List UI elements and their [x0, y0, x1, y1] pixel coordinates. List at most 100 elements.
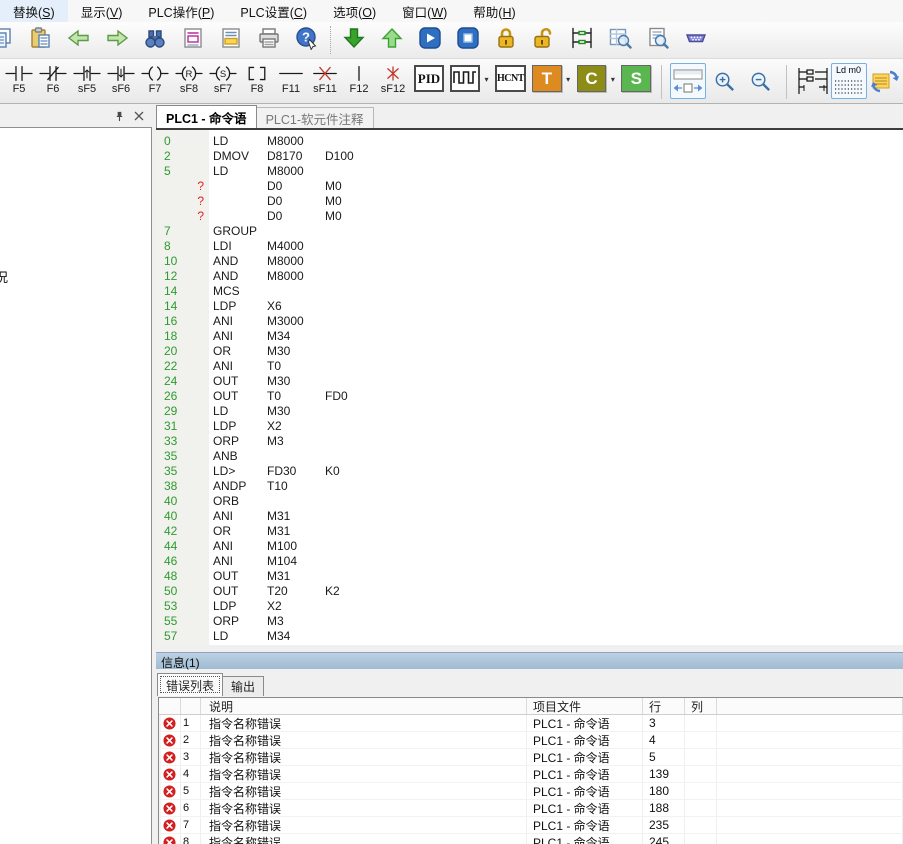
il-line[interactable]: 24OUTM30 [156, 374, 903, 389]
il-line[interactable]: 14LDPX6 [156, 299, 903, 314]
error-row[interactable]: 2指令名称错误PLC1 - 命令语4 [159, 732, 903, 749]
instruction-list-editor[interactable]: 0LDM80002DMOVD8170D1005LDM8000?D0M0?D0M0… [156, 130, 903, 645]
menu-item-plc-settings[interactable]: PLC设置(C) [227, 0, 320, 24]
convert-button[interactable] [867, 63, 903, 99]
menu-item-view[interactable]: 显示(V) [68, 0, 136, 24]
il-line[interactable]: 22ANIT0 [156, 359, 903, 374]
button-timer[interactable]: T [532, 65, 562, 92]
il-line[interactable]: 5LDM8000 [156, 164, 903, 179]
pulse-button[interactable] [450, 65, 480, 92]
program-monitor-button[interactable] [645, 27, 671, 53]
button-counter[interactable]: C [577, 65, 607, 92]
il-line[interactable]: 18ANIM34 [156, 329, 903, 344]
il-view-button[interactable]: Ld m0 [831, 63, 867, 99]
il-line[interactable]: 46ANIM104 [156, 554, 903, 569]
zoom-out-button[interactable] [742, 63, 778, 99]
tool-contact-falling[interactable]: sF6 [104, 62, 138, 95]
lock-button[interactable] [493, 27, 519, 53]
il-line[interactable]: ?D0M0 [156, 194, 903, 209]
il-line[interactable]: 12ANDM8000 [156, 269, 903, 284]
menu-item-plc-operation[interactable]: PLC操作(P) [135, 0, 227, 24]
il-line[interactable]: 40ANIM31 [156, 509, 903, 524]
comm-port-button[interactable] [683, 27, 709, 53]
editor-tab-2[interactable]: PLC1-软元件注释 [257, 107, 374, 128]
button-hcnt[interactable]: HCNT [495, 65, 526, 92]
error-row[interactable]: 5指令名称错误PLC1 - 命令语180 [159, 783, 903, 800]
pulse-dropdown-arrow[interactable]: ▾ [482, 75, 491, 84]
il-line[interactable]: 7GROUP [156, 224, 903, 239]
button-state[interactable]: S [621, 65, 651, 92]
menu-item-replace[interactable]: 替换(S) [0, 0, 68, 24]
editor-tab-1[interactable]: PLC1 - 命令语 [156, 105, 257, 128]
print-button[interactable] [256, 27, 282, 53]
timer-dropdown-arrow[interactable]: ▾ [564, 75, 573, 84]
il-line[interactable]: 53LDPX2 [156, 599, 903, 614]
il-line[interactable]: ?D0M0 [156, 209, 903, 224]
ladder-view-button[interactable] [795, 63, 831, 99]
tool-hline[interactable]: F11 [274, 62, 308, 95]
info-tab-1[interactable]: 错误列表 [157, 673, 223, 696]
fit-width-button[interactable] [670, 63, 706, 99]
download-button[interactable] [341, 27, 367, 53]
il-line[interactable]: 38ANDPT10 [156, 479, 903, 494]
il-line[interactable]: ?D0M0 [156, 179, 903, 194]
tool-contact-open[interactable]: F5 [2, 62, 36, 95]
tool-contact-rising[interactable]: sF5 [70, 62, 104, 95]
stop-button[interactable] [455, 27, 481, 53]
error-row[interactable]: 3指令名称错误PLC1 - 命令语5 [159, 749, 903, 766]
close-icon[interactable] [132, 109, 146, 123]
il-line[interactable]: 42ORM31 [156, 524, 903, 539]
il-line[interactable]: 0LDM8000 [156, 134, 903, 149]
il-line[interactable]: 31LDPX2 [156, 419, 903, 434]
button-pid[interactable]: PID [414, 65, 444, 92]
find-button[interactable] [142, 27, 168, 53]
error-row[interactable]: 8指令名称错误PLC1 - 命令语245 [159, 834, 903, 844]
error-row[interactable]: 6指令名称错误PLC1 - 命令语188 [159, 800, 903, 817]
il-line[interactable]: 26OUTT0FD0 [156, 389, 903, 404]
info-tab-2[interactable]: 输出 [223, 676, 264, 696]
document-button[interactable] [218, 27, 244, 53]
menu-item-options[interactable]: 选项(O) [320, 0, 389, 24]
tool-coil-reset[interactable]: RsF8 [172, 62, 206, 95]
ladder-monitor-button[interactable] [569, 27, 595, 53]
error-row[interactable]: 1指令名称错误PLC1 - 命令语3 [159, 715, 903, 732]
tool-vline[interactable]: F12 [342, 62, 376, 95]
device-monitor-button[interactable] [607, 27, 633, 53]
il-line[interactable]: 29LDM30 [156, 404, 903, 419]
paste-button[interactable] [28, 27, 54, 53]
unlock-button[interactable] [531, 27, 557, 53]
pin-icon[interactable] [112, 109, 126, 123]
upload-button[interactable] [379, 27, 405, 53]
il-line[interactable]: 16ANIM3000 [156, 314, 903, 329]
tool-hline-delete[interactable]: sF11 [308, 62, 342, 95]
il-line[interactable]: 35ANB [156, 449, 903, 464]
il-line[interactable]: 40ORB [156, 494, 903, 509]
il-line[interactable]: 2DMOVD8170D100 [156, 149, 903, 164]
error-row[interactable]: 7指令名称错误PLC1 - 命令语235 [159, 817, 903, 834]
il-line[interactable]: 57LDM34 [156, 629, 903, 644]
il-line[interactable]: 44ANIM100 [156, 539, 903, 554]
tool-coil[interactable]: F7 [138, 62, 172, 95]
zoom-in-button[interactable] [706, 63, 742, 99]
tool-coil-set[interactable]: SsF7 [206, 62, 240, 95]
il-line[interactable]: 10ANDM8000 [156, 254, 903, 269]
help-button[interactable]: ? [294, 27, 320, 53]
counter-dropdown-arrow[interactable]: ▾ [608, 75, 617, 84]
forward-button[interactable] [104, 27, 130, 53]
il-line[interactable]: 55ORPM3 [156, 614, 903, 629]
il-line[interactable]: 20ORM30 [156, 344, 903, 359]
copy-button[interactable] [0, 27, 16, 53]
menu-item-help[interactable]: 帮助(H) [460, 0, 528, 24]
menu-item-window[interactable]: 窗口(W) [389, 0, 460, 24]
project-panel-body[interactable]: 况 [0, 127, 152, 844]
il-line[interactable]: 33ORPM3 [156, 434, 903, 449]
tool-instruction[interactable]: F8 [240, 62, 274, 95]
tool-vline-delete[interactable]: sF12 [376, 62, 410, 95]
replace-button[interactable] [180, 27, 206, 53]
il-line[interactable]: 35LD>FD30K0 [156, 464, 903, 479]
il-line[interactable]: 50OUTT20K2 [156, 584, 903, 599]
back-button[interactable] [66, 27, 92, 53]
il-line[interactable]: 14MCS [156, 284, 903, 299]
run-button[interactable] [417, 27, 443, 53]
il-line[interactable]: 48OUTM31 [156, 569, 903, 584]
